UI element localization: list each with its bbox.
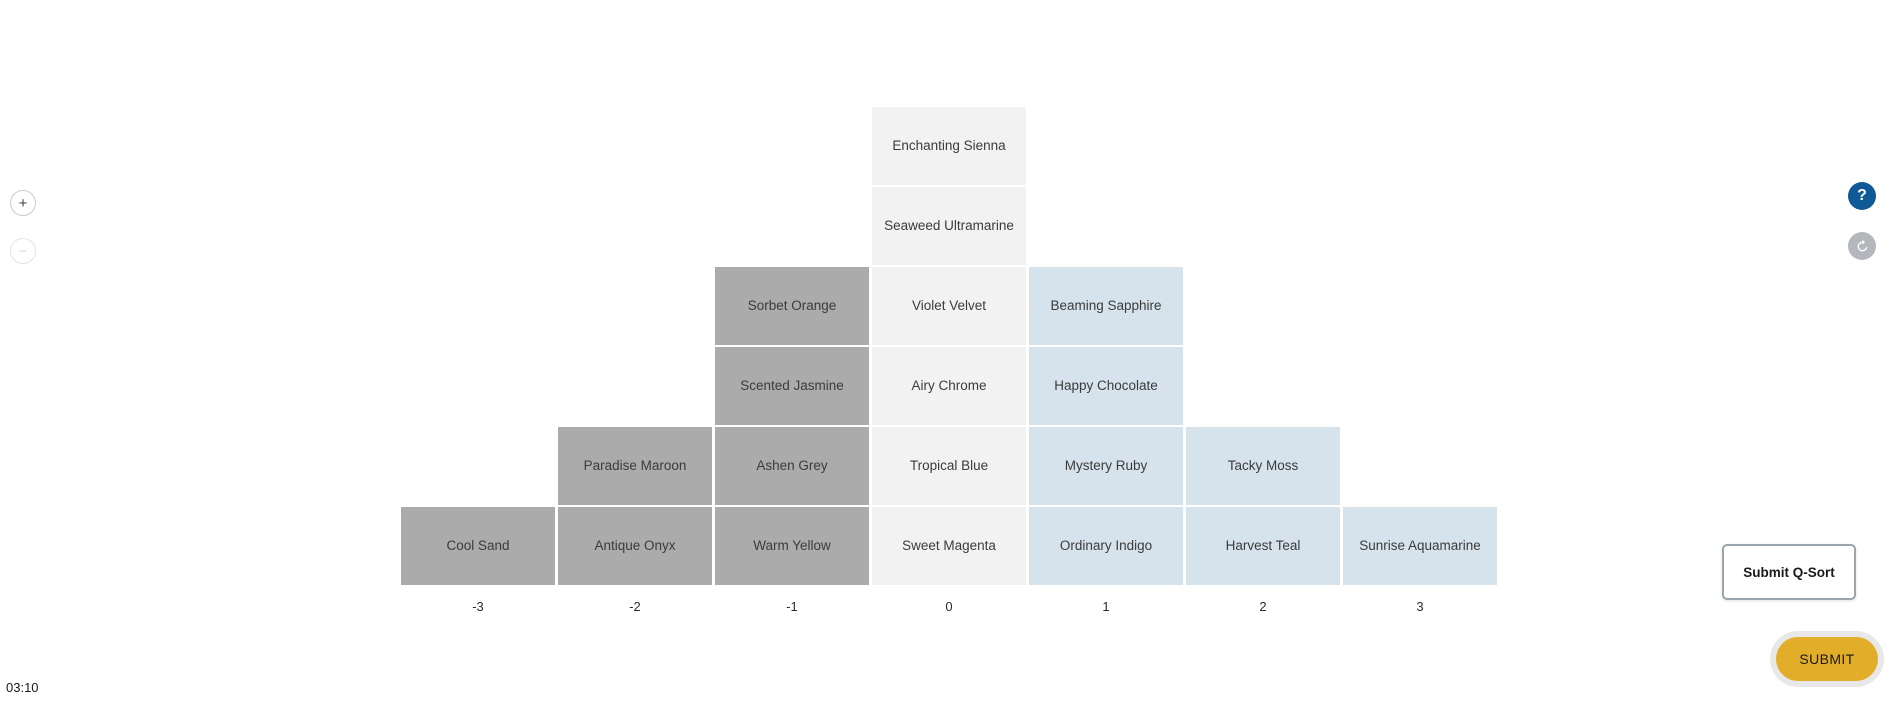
qsort-card[interactable]: Ordinary Indigo [1028, 506, 1184, 586]
zoom-controls: + − [10, 190, 54, 286]
qsort-card[interactable]: Tropical Blue [871, 426, 1027, 506]
qsort-board: Cool Sand -3 Paradise Maroon Antique Onyx -2… [400, 36, 1498, 622]
qsort-column--2: Paradise Maroon Antique Onyx [557, 426, 713, 586]
qsort-card[interactable]: Sweet Magenta [871, 506, 1027, 586]
qsort-card[interactable]: Beaming Sapphire [1028, 266, 1184, 346]
help-button[interactable]: ? [1848, 182, 1876, 210]
plus-icon: + [18, 194, 28, 212]
qsort-card[interactable]: Antique Onyx [557, 506, 713, 586]
qsort-card[interactable]: Tacky Moss [1185, 426, 1341, 506]
qsort-column-1: Beaming Sapphire Happy Chocolate Mystery R… [1028, 266, 1184, 586]
qsort-card[interactable]: Ashen Grey [714, 426, 870, 506]
qsort-card[interactable]: Sunrise Aquamarine [1342, 506, 1498, 586]
timer-display: 03:10 [6, 680, 39, 695]
qsort-axis-label--3: -3 [472, 599, 484, 614]
qsort-axis-label-3: 3 [1416, 599, 1424, 614]
qsort-column-2: Tacky Moss Harvest Teal [1185, 426, 1341, 586]
qsort-axis-label-0: 0 [945, 599, 953, 614]
submit-button-halo: SUBMIT [1770, 631, 1884, 687]
submit-button[interactable]: SUBMIT [1776, 637, 1878, 681]
refresh-icon [1857, 239, 1867, 251]
qsort-card[interactable]: Warm Yellow [714, 506, 870, 586]
side-controls: ? [1848, 182, 1876, 282]
zoom-in-button[interactable]: + [10, 190, 36, 216]
qsort-axis-label-1: 1 [1102, 599, 1110, 614]
minus-icon: − [18, 242, 28, 260]
reset-button[interactable] [1848, 232, 1876, 260]
zoom-out-button[interactable]: − [10, 238, 36, 264]
qsort-card[interactable]: Harvest Teal [1185, 506, 1341, 586]
qsort-card[interactable]: Mystery Ruby [1028, 426, 1184, 506]
qsort-card[interactable]: Cool Sand [400, 506, 556, 586]
qsort-column-3: Sunrise Aquamarine [1342, 506, 1498, 586]
qsort-column--1: Sorbet Orange Scented Jasmine Ashen Grey Wa… [714, 266, 870, 586]
qsort-column--3: Cool Sand [400, 506, 556, 586]
qsort-card[interactable]: Airy Chrome [871, 346, 1027, 426]
submit-tooltip: Submit Q-Sort [1722, 544, 1856, 600]
qsort-card[interactable]: Seaweed Ultramarine [871, 186, 1027, 266]
qsort-card[interactable]: Scented Jasmine [714, 346, 870, 426]
qsort-axis-label-2: 2 [1259, 599, 1267, 614]
qsort-app: + − ? Cool Sand -3 Paradise Maroon Antique … [0, 0, 1898, 701]
qsort-card[interactable]: Violet Velvet [871, 266, 1027, 346]
qsort-card[interactable]: Sorbet Orange [714, 266, 870, 346]
question-mark-icon: ? [1857, 187, 1867, 204]
qsort-card[interactable]: Enchanting Sienna [871, 106, 1027, 186]
qsort-card[interactable]: Paradise Maroon [557, 426, 713, 506]
qsort-column-0: Enchanting Sienna Seaweed Ultramarine Viol… [871, 106, 1027, 586]
qsort-axis-label--2: -2 [629, 599, 641, 614]
qsort-axis-label--1: -1 [786, 599, 798, 614]
qsort-card[interactable]: Happy Chocolate [1028, 346, 1184, 426]
